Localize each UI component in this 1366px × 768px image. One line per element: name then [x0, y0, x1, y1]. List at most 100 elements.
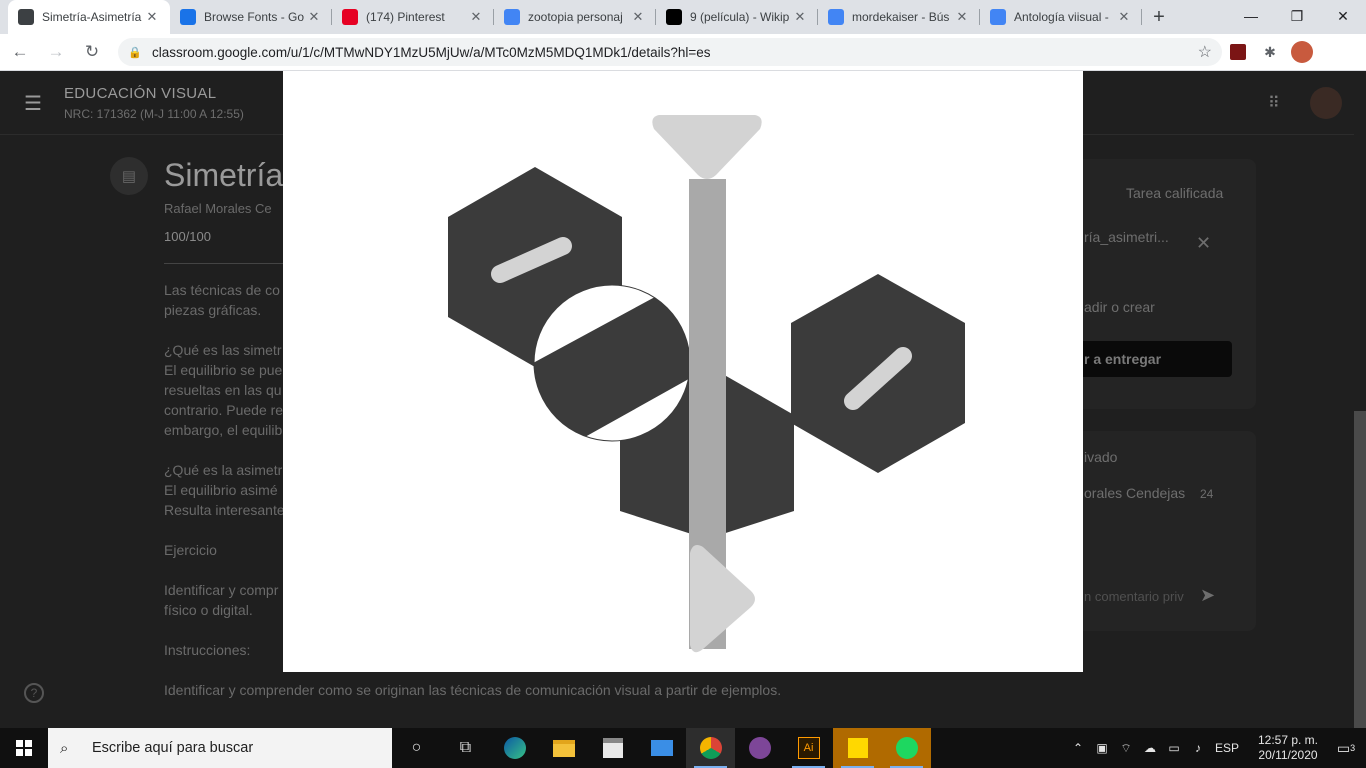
tab-title: (174) Pinterest — [366, 10, 445, 24]
clock-date: 20/11/2020 — [1258, 748, 1318, 762]
reload-button[interactable]: ↻ — [76, 36, 108, 68]
remove-attachment-icon[interactable]: ✕ — [1196, 233, 1211, 254]
meet-now-icon[interactable]: ▣ — [1090, 741, 1114, 755]
pinterest-icon — [342, 9, 358, 25]
notification-center[interactable]: ▭ 3 — [1326, 728, 1366, 768]
close-tab-icon[interactable]: ✕ — [306, 9, 322, 25]
body-line: piezas gráficas. — [164, 302, 262, 318]
browser-tab[interactable]: (174) Pinterest ✕ — [332, 0, 494, 34]
browser-tab[interactable]: Simetría-Asimetría ✕ — [8, 0, 170, 34]
symmetry-illustration — [448, 115, 965, 653]
back-button[interactable]: ← — [4, 36, 36, 68]
bookmark-star-icon[interactable]: ☆ — [1198, 42, 1212, 62]
battery-icon[interactable]: ▭ — [1162, 741, 1186, 755]
profile-avatar-icon[interactable] — [1286, 36, 1318, 68]
restore-button[interactable]: ❐ — [1274, 0, 1320, 32]
unsubmit-label: r a entregar — [1084, 351, 1162, 367]
assignment-author: Rafael Morales Ce — [164, 201, 272, 216]
add-create-button[interactable]: adir o crear — [1084, 299, 1155, 315]
classroom-icon — [18, 9, 34, 25]
tor-icon[interactable] — [735, 728, 784, 768]
arrow-right-icon: → — [47, 42, 65, 61]
browser-tab-strip: Simetría-Asimetría ✕ Browse Fonts - Go ✕ (17… — [0, 0, 1366, 34]
body-line: Las técnicas de co — [164, 282, 280, 298]
new-tab-button[interactable]: + — [1142, 0, 1176, 34]
browser-tab[interactable]: zootopia personaj ✕ — [494, 0, 656, 34]
body-line: Identificar y compr — [164, 582, 279, 598]
google-icon — [828, 9, 844, 25]
extensions-puzzle-icon[interactable]: ✱ — [1254, 36, 1286, 68]
docs-icon — [990, 9, 1006, 25]
volume-icon[interactable]: ♪ — [1186, 741, 1210, 755]
chevron-up-icon[interactable]: ⌃ — [1066, 741, 1090, 755]
reload-icon: ↻ — [84, 42, 100, 61]
attachment-name[interactable]: ría_asimetri... — [1084, 229, 1169, 245]
close-tab-icon[interactable]: ✕ — [954, 9, 970, 25]
wifi-icon[interactable]: ⌔ — [1114, 741, 1138, 756]
apps-grid-icon[interactable]: ⠿ — [1268, 93, 1280, 113]
forward-button[interactable]: → — [40, 36, 72, 68]
store-icon[interactable] — [588, 728, 637, 768]
taskbar-search[interactable]: ⌕ Escribe aquí para buscar — [48, 728, 392, 768]
assignment-icon: ▤ — [110, 157, 148, 195]
page-scrollbar[interactable] — [1354, 411, 1366, 728]
body-line: Instrucciones: — [164, 642, 251, 658]
acrobat-extension-icon[interactable] — [1222, 36, 1254, 68]
close-tab-icon[interactable]: ✕ — [1116, 9, 1132, 25]
browser-tab[interactable]: Antología viisual - ✕ — [980, 0, 1142, 34]
cortana-icon[interactable]: ○ — [392, 728, 441, 768]
private-comments-label: ivado — [1084, 449, 1118, 465]
window-controls: — ❐ ✕ — [1228, 0, 1366, 32]
course-title[interactable]: EDUCACIÓN VISUAL — [64, 85, 216, 102]
menu-icon[interactable]: ☰ — [24, 91, 42, 116]
spotify-icon[interactable] — [882, 728, 931, 768]
body-line: Resulta interesante — [164, 502, 285, 518]
user-avatar[interactable] — [1310, 87, 1342, 119]
lock-icon: 🔒 — [128, 46, 142, 59]
comment-input[interactable]: n comentario priv — [1084, 589, 1184, 604]
search-icon: ⌕ — [60, 739, 69, 757]
illustrator-icon[interactable]: Ai — [784, 728, 833, 768]
start-button[interactable] — [0, 728, 48, 768]
task-view-icon[interactable]: ⧉ — [441, 728, 490, 768]
graded-label: Tarea calificada — [1126, 185, 1224, 201]
close-tab-icon[interactable]: ✕ — [468, 9, 484, 25]
assignment-score: 100/100 — [164, 229, 211, 244]
minimize-button[interactable]: — — [1228, 0, 1274, 32]
body-line: embargo, el equilib — [164, 422, 283, 438]
onedrive-icon[interactable]: ☁ — [1138, 741, 1162, 755]
close-tab-icon[interactable]: ✕ — [144, 9, 160, 25]
close-tab-icon[interactable]: ✕ — [792, 9, 808, 25]
windows-taskbar: ⌕ Escribe aquí para buscar ○ ⧉ Ai ⌃ ▣ ⌔ … — [0, 728, 1366, 768]
body-line: El equilibrio se pue — [164, 362, 283, 378]
close-window-button[interactable]: ✕ — [1320, 0, 1366, 32]
language-indicator[interactable]: ESP — [1210, 741, 1244, 755]
browser-tab[interactable]: mordekaiser - Bús ✕ — [818, 0, 980, 34]
clock[interactable]: 12:57 p. m. 20/11/2020 — [1250, 733, 1326, 763]
notification-count: 3 — [1350, 743, 1356, 753]
send-icon[interactable]: ➤ — [1200, 585, 1215, 606]
windows-logo-icon — [16, 740, 32, 756]
wikipedia-icon — [666, 9, 682, 25]
address-bar[interactable]: 🔒 classroom.google.com/u/1/c/MTMwNDY1MzU… — [118, 38, 1222, 66]
body-line: resueltas en las qu — [164, 382, 282, 398]
body-line: Ejercicio — [164, 542, 217, 558]
file-explorer-icon[interactable] — [539, 728, 588, 768]
tab-title: Antología viisual - — [1014, 10, 1109, 24]
mail-icon[interactable] — [637, 728, 686, 768]
sticky-notes-icon[interactable] — [833, 728, 882, 768]
browser-tab[interactable]: 9 (película) - Wikip ✕ — [656, 0, 818, 34]
course-subtitle: NRC: 171362 (M-J 11:00 A 12:55) — [64, 107, 244, 121]
body-line: físico o digital. — [164, 602, 253, 618]
divider — [164, 263, 284, 264]
help-icon[interactable]: ? — [24, 683, 44, 703]
body-line: El equilibrio asimé — [164, 482, 278, 498]
search-placeholder: Escribe aquí para buscar — [92, 740, 254, 756]
url-text[interactable]: classroom.google.com/u/1/c/MTMwNDY1MzU5M… — [152, 45, 1198, 60]
edge-icon[interactable] — [490, 728, 539, 768]
assignment-title: Simetría — [164, 157, 284, 193]
chrome-icon[interactable] — [686, 728, 735, 768]
browser-tab[interactable]: Browse Fonts - Go ✕ — [170, 0, 332, 34]
close-tab-icon[interactable]: ✕ — [630, 9, 646, 25]
arrow-left-icon: ← — [11, 42, 29, 61]
